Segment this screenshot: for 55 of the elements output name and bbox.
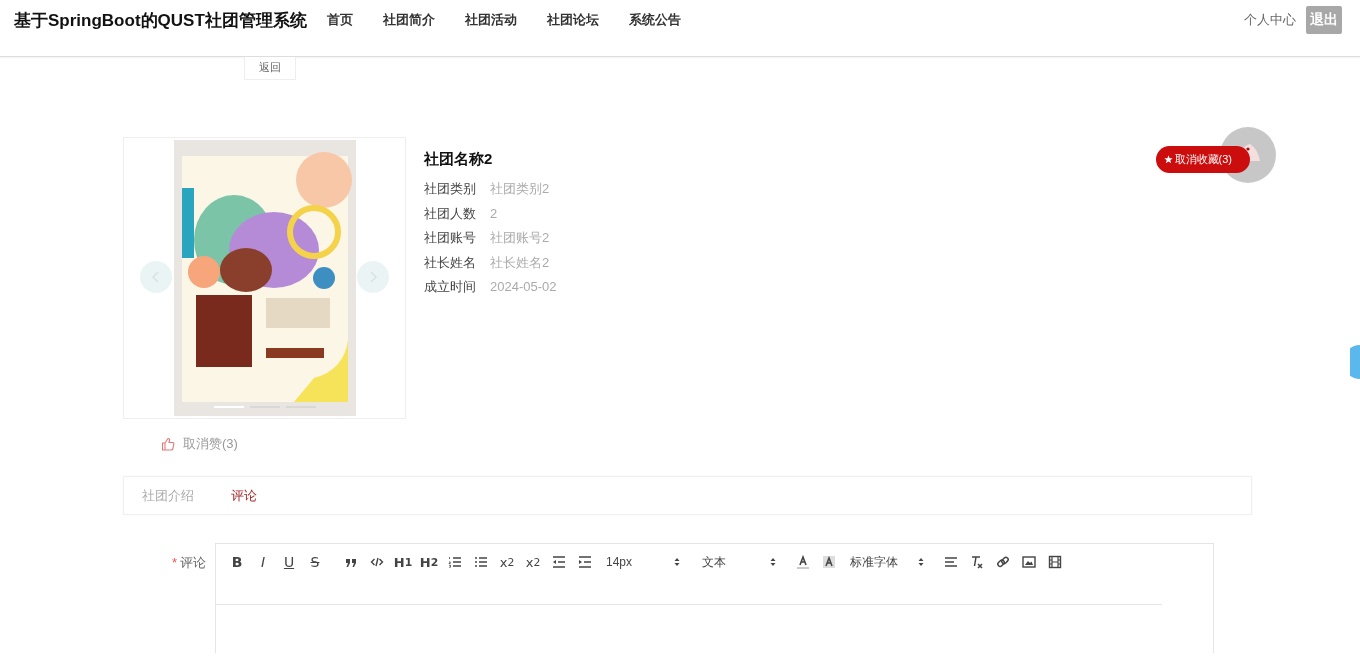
indent-icon <box>578 555 592 569</box>
nav-link[interactable]: 系统公告 <box>628 11 681 29</box>
italic-button[interactable]: I <box>252 552 274 572</box>
clear-format-icon <box>970 555 984 569</box>
floating-button-icon <box>1350 345 1360 379</box>
picker-value: 14px <box>606 555 633 569</box>
carousel-prev-icon <box>140 261 172 293</box>
favorite-label: 取消收藏(3) <box>1174 152 1232 167</box>
align-icon <box>944 555 958 569</box>
field-value: 社团账号2 <box>490 229 550 247</box>
bullet-list-icon <box>474 555 488 569</box>
image-icon <box>1022 555 1036 569</box>
site-title: 基于SpringBoot的QUST社团管理系统 <box>14 9 307 32</box>
sort-arrows-icon <box>918 557 924 567</box>
sort-arrows-icon <box>674 557 680 567</box>
field-label: 社团人数 <box>424 204 476 223</box>
picker-value: 文本 <box>702 553 726 571</box>
field-value: 2 <box>490 204 498 223</box>
link-icon <box>996 555 1010 569</box>
field-label: 社团账号 <box>424 229 476 247</box>
bold-button[interactable]: B <box>226 552 248 572</box>
background-color-icon <box>822 555 836 569</box>
field-label: 社长姓名 <box>424 253 476 272</box>
strikethrough-button[interactable]: S <box>304 552 326 572</box>
nav-link[interactable]: 社团简介 <box>382 11 435 29</box>
mascot-icon <box>1220 127 1276 183</box>
tab[interactable]: 评论 <box>231 486 257 505</box>
code-icon <box>370 555 384 569</box>
favorite-button[interactable]: 取消收藏(3) <box>1155 146 1250 173</box>
required-mark: * <box>171 555 177 570</box>
star-icon <box>1163 155 1173 164</box>
club-name: 社团名称2 <box>424 150 494 169</box>
nav-link[interactable]: 社团活动 <box>464 11 517 29</box>
form-label: 评论 <box>180 555 206 570</box>
ordered-list-icon <box>448 555 462 569</box>
back-button[interactable]: 返回 <box>244 57 296 80</box>
nav-link[interactable]: 首页 <box>326 11 353 29</box>
thumbs-up-icon <box>161 437 175 451</box>
field-value: 2024-05-02 <box>490 278 557 296</box>
underline-button[interactable]: U <box>278 552 300 572</box>
font-color-icon <box>796 555 810 569</box>
user-center-link[interactable]: 个人中心 <box>1244 11 1296 29</box>
film-icon <box>1048 555 1062 569</box>
sort-arrows-icon <box>770 557 776 567</box>
field-label: 社团类别 <box>424 180 476 198</box>
field-value: 社长姓名2 <box>490 253 550 272</box>
carousel-next-icon <box>357 261 389 293</box>
field-value: 社团类别2 <box>490 180 550 198</box>
dropdown-picker[interactable]: 14px <box>600 555 692 569</box>
nav-link[interactable]: 社团论坛 <box>546 11 599 29</box>
outdent-icon <box>552 555 566 569</box>
dropdown-picker[interactable]: 标准字体 <box>844 553 936 571</box>
picker-value: 标准字体 <box>850 553 898 571</box>
dropdown-picker[interactable]: 文本 <box>696 553 788 571</box>
field-label: 成立时间 <box>424 278 476 296</box>
